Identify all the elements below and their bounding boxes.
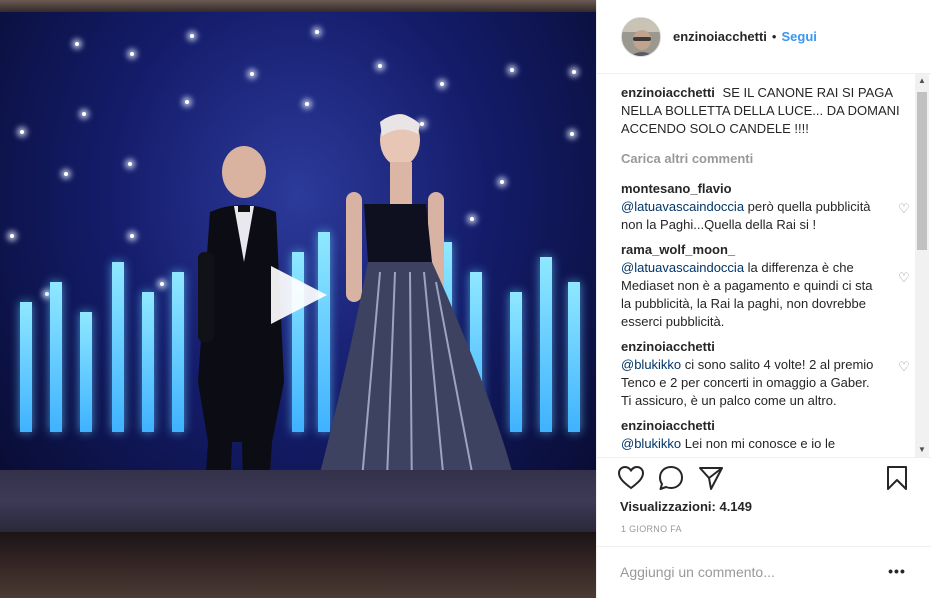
led-bar: [20, 302, 32, 432]
stage-light: [130, 52, 134, 56]
comment-input[interactable]: [620, 561, 860, 583]
comment-item: montesano_flavio @latuavascaindoccia per…: [621, 180, 911, 234]
divider: [597, 457, 931, 458]
avatar-image: [622, 17, 660, 56]
views-label: Visualizzazioni:: [620, 499, 716, 514]
post-username[interactable]: enzinoiacchetti: [673, 29, 767, 44]
follow-button[interactable]: Segui: [781, 29, 816, 44]
caption-username[interactable]: enzinoiacchetti: [621, 85, 715, 100]
comment-like-heart-icon[interactable]: ♡: [897, 202, 911, 216]
share-icon[interactable]: [697, 464, 725, 492]
stage-light: [510, 68, 514, 72]
led-bar: [112, 262, 124, 432]
stage-light: [305, 102, 309, 106]
stage-light: [185, 100, 189, 104]
comment-username[interactable]: montesano_flavio: [621, 180, 879, 198]
comment-icon[interactable]: [657, 464, 685, 492]
comment-like-heart-icon[interactable]: ♡: [897, 360, 911, 374]
stage-light: [190, 34, 194, 38]
comments-scrollbar[interactable]: ▲ ▼: [915, 74, 929, 457]
presenter-woman: [310, 114, 522, 510]
load-more-comments-button[interactable]: Carica altri commenti: [621, 150, 911, 168]
led-bar: [142, 292, 154, 432]
comment-mention[interactable]: @blukikko: [621, 357, 681, 372]
stage-light: [130, 234, 134, 238]
comment-composer: •••: [597, 546, 931, 598]
heart-icon[interactable]: [617, 464, 645, 492]
stage-light: [440, 82, 444, 86]
avatar[interactable]: [621, 16, 661, 57]
scrollbar-thumb[interactable]: [917, 92, 927, 250]
led-bar: [540, 257, 552, 432]
scroll-up-arrow-icon[interactable]: ▲: [915, 74, 929, 88]
views-number: 4.149: [719, 499, 753, 514]
stage-light: [572, 70, 576, 74]
comment-mention[interactable]: @blukikko: [621, 436, 681, 451]
comment-username[interactable]: rama_wolf_moon_: [621, 241, 879, 259]
more-options-button[interactable]: •••: [885, 560, 909, 584]
tv-bezel: [0, 532, 596, 598]
led-bar: [80, 312, 92, 432]
comment-item: enzinoiacchetti @blukikko ci sono salito…: [621, 338, 911, 410]
post-caption: enzinoiacchetti SE IL CANONE RAI SI PAGA…: [621, 84, 911, 138]
scroll-down-arrow-icon[interactable]: ▼: [915, 443, 929, 457]
stage-light: [315, 30, 319, 34]
bookmark-icon[interactable]: [883, 464, 911, 492]
post-actions: [617, 464, 913, 492]
led-bar: [50, 282, 62, 432]
stage-light: [45, 292, 49, 296]
post-timestamp[interactable]: 1 GIORNO FA: [621, 524, 682, 534]
stage-light: [64, 172, 68, 176]
stage-light: [82, 112, 86, 116]
stage-light: [160, 282, 164, 286]
stage-floor: [0, 470, 596, 532]
play-icon[interactable]: [265, 262, 331, 328]
stage-light: [570, 132, 574, 136]
stage-light: [10, 234, 14, 238]
stage-light: [75, 42, 79, 46]
comment-username[interactable]: enzinoiacchetti: [621, 417, 879, 435]
header-text: enzinoiacchetti • Segui: [673, 29, 817, 44]
views-count: Visualizzazioni: 4.149: [620, 499, 752, 514]
stage-light: [128, 162, 132, 166]
comment-username[interactable]: enzinoiacchetti: [621, 338, 879, 356]
comments-list[interactable]: enzinoiacchetti SE IL CANONE RAI SI PAGA…: [621, 84, 911, 456]
post-header: enzinoiacchetti • Segui: [597, 0, 931, 74]
post-sidebar: enzinoiacchetti • Segui enzinoiacchetti …: [596, 0, 931, 598]
comment-mention[interactable]: @latuavascaindoccia: [621, 260, 744, 275]
comment-item: enzinoiacchetti @blukikko Lei non mi con…: [621, 417, 911, 456]
separator-dot: •: [771, 29, 777, 44]
stage-light: [20, 130, 24, 134]
video-player[interactable]: [0, 0, 596, 598]
comment-mention[interactable]: @latuavascaindoccia: [621, 199, 744, 214]
stage-light: [250, 72, 254, 76]
stage-light: [378, 64, 382, 68]
led-bar: [568, 282, 580, 432]
comment-item: rama_wolf_moon_ @latuavascaindoccia la d…: [621, 241, 911, 331]
comment-like-heart-icon[interactable]: ♡: [897, 271, 911, 285]
